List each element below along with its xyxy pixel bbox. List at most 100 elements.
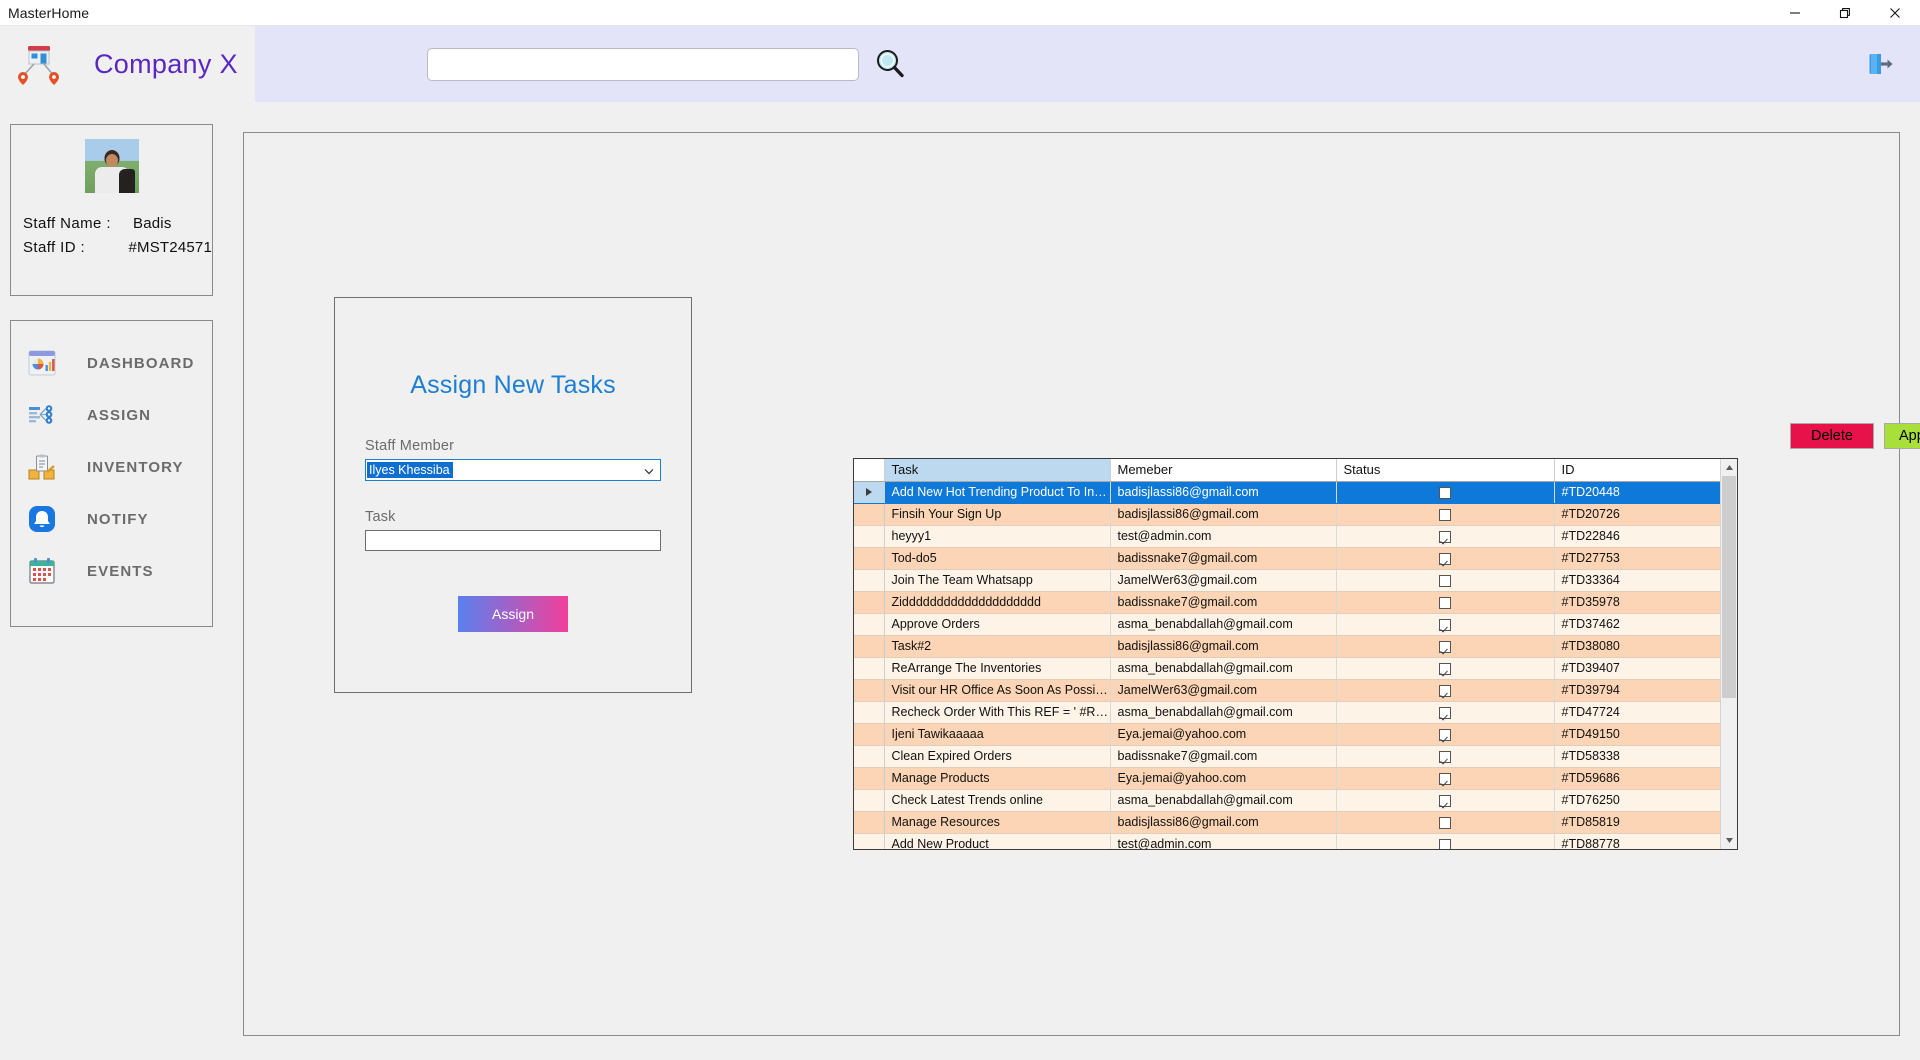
cell-id[interactable]: #TD85819 [1554,811,1737,834]
cell-member[interactable]: test@admin.com [1110,833,1337,849]
chevron-down-icon[interactable] [643,464,655,476]
delete-button[interactable]: Delete [1790,423,1874,449]
cell-task[interactable]: heyyy1 [884,525,1111,548]
status-checkbox[interactable] [1439,838,1451,849]
logout-icon[interactable] [1862,46,1898,82]
cell-id[interactable]: #TD39407 [1554,657,1737,680]
search-input[interactable] [427,47,859,81]
cell-status[interactable] [1336,569,1555,592]
row-selector-cell[interactable] [854,767,885,790]
status-checkbox[interactable] [1439,706,1451,719]
column-header-task[interactable]: Task [884,459,1111,482]
status-checkbox[interactable] [1439,552,1451,565]
cell-id[interactable]: #TD49150 [1554,723,1737,746]
row-selector-cell[interactable] [854,481,885,504]
close-button[interactable] [1870,0,1920,26]
table-row[interactable]: Check Latest Trends online asma_benabdall… [854,789,1737,812]
cell-task[interactable]: Check Latest Trends online [884,789,1111,812]
cell-task[interactable]: Manage Products [884,767,1111,790]
cell-task[interactable]: Add New Hot Trending Product To Inve... [884,481,1111,504]
status-checkbox[interactable] [1439,508,1451,521]
status-checkbox[interactable] [1439,530,1451,543]
cell-id[interactable]: #TD59686 [1554,767,1737,790]
cell-task[interactable]: ReArrange The Inventories [884,657,1111,680]
minimize-button[interactable] [1770,0,1820,26]
sidebar-item-inventory[interactable]: INVENTORY [11,441,212,493]
table-row[interactable]: Manage Products Eya.jemai@yahoo.com #TD596… [854,767,1737,790]
table-row[interactable]: Ijeni Tawikaaaaa Eya.jemai@yahoo.com #TD49… [854,723,1737,746]
scrollbar-track[interactable] [1721,476,1737,832]
scrollbar-thumb[interactable] [1722,476,1736,698]
status-checkbox[interactable] [1439,574,1451,587]
status-checkbox[interactable] [1439,750,1451,763]
row-selector-cell[interactable] [854,525,885,548]
cell-member[interactable]: badisjlassi86@gmail.com [1110,481,1337,504]
status-checkbox[interactable] [1439,794,1451,807]
cell-member[interactable]: badissnake7@gmail.com [1110,591,1337,614]
cell-id[interactable]: #TD20448 [1554,481,1737,504]
cell-status[interactable] [1336,811,1555,834]
column-header-select[interactable] [854,459,885,482]
row-selector-cell[interactable] [854,833,885,849]
cell-member[interactable]: test@admin.com [1110,525,1337,548]
cell-task[interactable]: Zidddddddddddddddddddd [884,591,1111,614]
sidebar-item-events[interactable]: EVENTS [11,545,212,597]
cell-member[interactable]: asma_benabdallah@gmail.com [1110,657,1337,680]
grid-vertical-scrollbar[interactable] [1720,459,1737,849]
row-selector-cell[interactable] [854,723,885,746]
status-checkbox[interactable] [1439,486,1451,499]
cell-task[interactable]: Ijeni Tawikaaaaa [884,723,1111,746]
cell-task[interactable]: Join The Team Whatsapp [884,569,1111,592]
cell-member[interactable]: badissnake7@gmail.com [1110,745,1337,768]
cell-id[interactable]: #TD35978 [1554,591,1737,614]
cell-member[interactable]: JamelWer63@gmail.com [1110,679,1337,702]
cell-status[interactable] [1336,591,1555,614]
cell-member[interactable]: badissnake7@gmail.com [1110,547,1337,570]
column-header-id[interactable]: ID [1554,459,1737,482]
cell-task[interactable]: Clean Expired Orders [884,745,1111,768]
task-input[interactable] [365,530,661,551]
status-checkbox[interactable] [1439,816,1451,829]
row-selector-cell[interactable] [854,811,885,834]
staff-member-select[interactable]: Ilyes Khessiba [365,459,661,481]
cell-task[interactable]: Manage Resources [884,811,1111,834]
row-selector-cell[interactable] [854,503,885,526]
table-row[interactable]: Join The Team Whatsapp JamelWer63@gmail.c… [854,569,1737,592]
table-row[interactable]: Zidddddddddddddddddddd badissnake7@gmail.… [854,591,1737,614]
table-row[interactable]: Clean Expired Orders badissnake7@gmail.co… [854,745,1737,768]
cell-member[interactable]: asma_benabdallah@gmail.com [1110,789,1337,812]
cell-id[interactable]: #TD39794 [1554,679,1737,702]
row-selector-cell[interactable] [854,635,885,658]
cell-member[interactable]: JamelWer63@gmail.com [1110,569,1337,592]
status-checkbox[interactable] [1439,662,1451,675]
cell-member[interactable]: badisjlassi86@gmail.com [1110,811,1337,834]
cell-member[interactable]: Eya.jemai@yahoo.com [1110,767,1337,790]
table-row[interactable]: Add New Hot Trending Product To Inve... b… [854,481,1737,504]
table-row[interactable]: Approve Orders asma_benabdallah@gmail.com… [854,613,1737,636]
cell-member[interactable]: badisjlassi86@gmail.com [1110,503,1337,526]
cell-status[interactable] [1336,657,1555,680]
cell-id[interactable]: #TD22846 [1554,525,1737,548]
cell-status[interactable] [1336,723,1555,746]
cell-status[interactable] [1336,745,1555,768]
sidebar-item-assign[interactable]: ASSIGN [11,389,212,441]
cell-id[interactable]: #TD76250 [1554,789,1737,812]
row-selector-cell[interactable] [854,789,885,812]
cell-member[interactable]: Eya.jemai@yahoo.com [1110,723,1337,746]
scroll-down-icon[interactable] [1721,832,1737,849]
scroll-up-icon[interactable] [1721,459,1737,476]
table-row[interactable]: ReArrange The Inventories asma_benabdalla… [854,657,1737,680]
cell-status[interactable] [1336,503,1555,526]
table-row[interactable]: Visit our HR Office As Soon As Possible J… [854,679,1737,702]
cell-id[interactable]: #TD20726 [1554,503,1737,526]
cell-status[interactable] [1336,701,1555,724]
cell-member[interactable]: asma_benabdallah@gmail.com [1110,701,1337,724]
cell-id[interactable]: #TD38080 [1554,635,1737,658]
status-checkbox[interactable] [1439,772,1451,785]
cell-member[interactable]: asma_benabdallah@gmail.com [1110,613,1337,636]
table-row[interactable]: Recheck Order With This REF = ' #REF... a… [854,701,1737,724]
cell-task[interactable]: Visit our HR Office As Soon As Possible [884,679,1111,702]
cell-status[interactable] [1336,525,1555,548]
row-selector-cell[interactable] [854,745,885,768]
cell-status[interactable] [1336,613,1555,636]
